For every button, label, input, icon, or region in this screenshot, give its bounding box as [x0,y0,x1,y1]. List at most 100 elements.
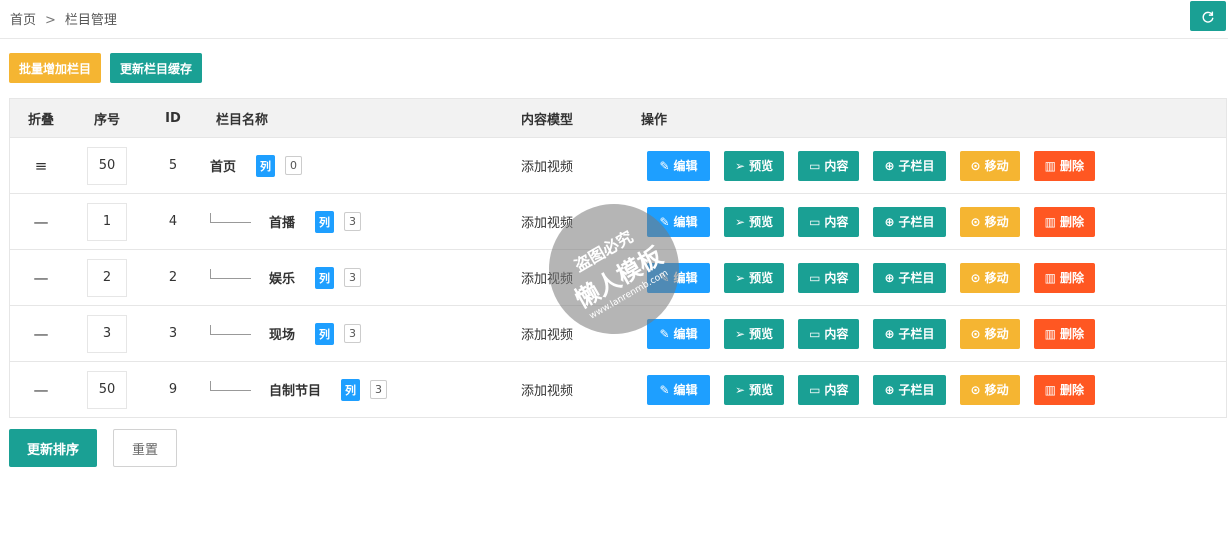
move-button[interactable]: ⊙ 移动 [959,318,1020,349]
move-button[interactable]: ⊙ 移动 [959,150,1020,181]
order-input[interactable] [87,314,127,353]
edit-button[interactable]: ✎编辑 [647,374,710,405]
folder-icon: ▭ [809,382,821,397]
add-subcategory-button[interactable]: ⊕ 子栏目 [873,262,946,293]
content-button-label: 内容 [824,215,849,229]
send-icon: ➢ [735,382,746,397]
add-subcategory-button[interactable]: ⊕ 子栏目 [873,374,946,405]
table-row: — 9 自制节目 列 3 添加视频 ✎编辑 ➢预览 ▭内容 ⊕子栏目 ⊙移动 ▥删除 [10,362,1227,418]
plus-circle-icon: ⊕ [884,158,895,173]
edit-button[interactable]: ✎编辑 [647,318,710,349]
delete-button-label: 删除 [1059,215,1084,229]
child-count-badge: 3 [344,212,362,231]
category-name: 首页 [210,160,237,175]
preview-button[interactable]: ➢ 预览 [724,262,785,293]
move-button-label: 移动 [984,215,1009,229]
header-fold: 折叠 [9,98,72,138]
delete-button[interactable]: ▥ 删除 [1033,262,1095,293]
trash-icon: ▥ [1044,270,1056,285]
content-button[interactable]: ▭ 内容 [798,150,860,181]
edit-button[interactable]: ✎编辑 [647,150,710,181]
order-input[interactable] [87,146,127,185]
delete-button[interactable]: ▥ 删除 [1033,318,1095,349]
add-subcategory-button-label: 子栏目 [898,383,935,397]
add-subcategory-button-label: 子栏目 [898,327,935,341]
move-icon: ⊙ [970,270,981,285]
preview-button[interactable]: ➢ 预览 [724,150,785,181]
top-bar: 首页 > 栏目管理 [0,0,1228,39]
content-button-label: 内容 [824,159,849,173]
delete-button[interactable]: ▥ 删除 [1033,374,1095,405]
move-icon: ⊙ [970,214,981,229]
trash-icon: ▥ [1044,326,1056,341]
content-button[interactable]: ▭ 内容 [798,374,860,405]
content-button[interactable]: ▭ 内容 [798,206,860,237]
fold-toggle-icon[interactable]: — [34,269,49,287]
move-button[interactable]: ⊙ 移动 [959,206,1020,237]
delete-button[interactable]: ▥ 删除 [1033,150,1095,181]
trash-icon: ▥ [1044,382,1056,397]
send-icon: ➢ [735,270,746,285]
refresh-button[interactable] [1190,1,1226,31]
add-subcategory-button-label: 子栏目 [898,159,935,173]
row-actions: ✎编辑➢预览▭内容⊕子栏目⊙移动▥删除 [641,262,1226,293]
preview-button-label: 预览 [749,159,774,173]
move-button-label: 移动 [984,327,1009,341]
add-subcategory-button[interactable]: ⊕ 子栏目 [873,206,946,237]
header-order: 序号 [72,98,142,138]
edit-button-label: 编辑 [673,215,698,229]
action-bar: 批量增加栏目 更新栏目缓存 [9,53,203,83]
delete-button[interactable]: ▥ 删除 [1033,206,1095,237]
fold-toggle-icon[interactable]: ≡ [35,157,48,175]
add-subcategory-button[interactable]: ⊕ 子栏目 [873,318,946,349]
preview-button[interactable]: ➢ 预览 [724,374,785,405]
send-icon: ➢ [735,214,746,229]
content-model: 添加视频 [521,137,641,194]
child-count-badge: 3 [344,268,362,287]
category-name: 首播 [269,216,296,231]
delete-button-label: 删除 [1059,271,1084,285]
send-icon: ➢ [735,158,746,173]
tree-connector [210,324,251,335]
order-input[interactable] [87,370,127,409]
category-name: 现场 [269,328,296,343]
update-sort-button[interactable]: 更新排序 [9,429,98,467]
breadcrumb-separator: > [45,13,56,28]
row-actions: ✎编辑 ➢预览 ▭内容 ⊕子栏目 ⊙移动 ▥删除 [641,374,1226,405]
pencil-icon: ✎ [659,326,670,341]
add-subcategory-button[interactable]: ⊕ 子栏目 [873,150,946,181]
table-header: 折叠 序号 ID 栏目名称 内容模型 操作 [9,98,1227,138]
order-input[interactable] [87,202,127,241]
move-button-label: 移动 [984,271,1009,285]
batch-add-button[interactable]: 批量增加栏目 [9,53,102,83]
refresh-cache-button[interactable]: 更新栏目缓存 [110,53,203,83]
bottom-actions: 更新排序 重置 [9,429,178,467]
folder-icon: ▭ [809,214,821,229]
breadcrumb-home[interactable]: 首页 [10,13,36,28]
list-tag: 列 [341,378,361,401]
reset-button[interactable]: 重置 [113,429,178,467]
content-button[interactable]: ▭ 内容 [798,262,860,293]
fold-toggle-icon[interactable]: — [34,213,49,231]
pencil-icon: ✎ [659,382,670,397]
order-input[interactable] [87,258,127,297]
move-button-label: 移动 [984,383,1009,397]
move-icon: ⊙ [970,158,981,173]
tree-connector [210,268,251,279]
fold-toggle-icon[interactable]: — [34,381,49,399]
preview-button-label: 预览 [749,327,774,341]
move-button-label: 移动 [984,159,1009,173]
child-count-badge: 3 [370,380,388,399]
tree-connector [210,212,251,223]
content-button[interactable]: ▭ 内容 [798,318,860,349]
move-button[interactable]: ⊙ 移动 [959,374,1020,405]
content-button-label: 内容 [824,383,849,397]
move-button[interactable]: ⊙ 移动 [959,262,1020,293]
content-button-label: 内容 [824,271,849,285]
content-button-label: 内容 [824,327,849,341]
fold-toggle-icon[interactable]: — [34,325,49,343]
preview-button[interactable]: ➢ 预览 [724,318,785,349]
category-id: 3 [142,305,204,362]
preview-button[interactable]: ➢ 预览 [724,206,785,237]
plus-circle-icon: ⊕ [884,326,895,341]
